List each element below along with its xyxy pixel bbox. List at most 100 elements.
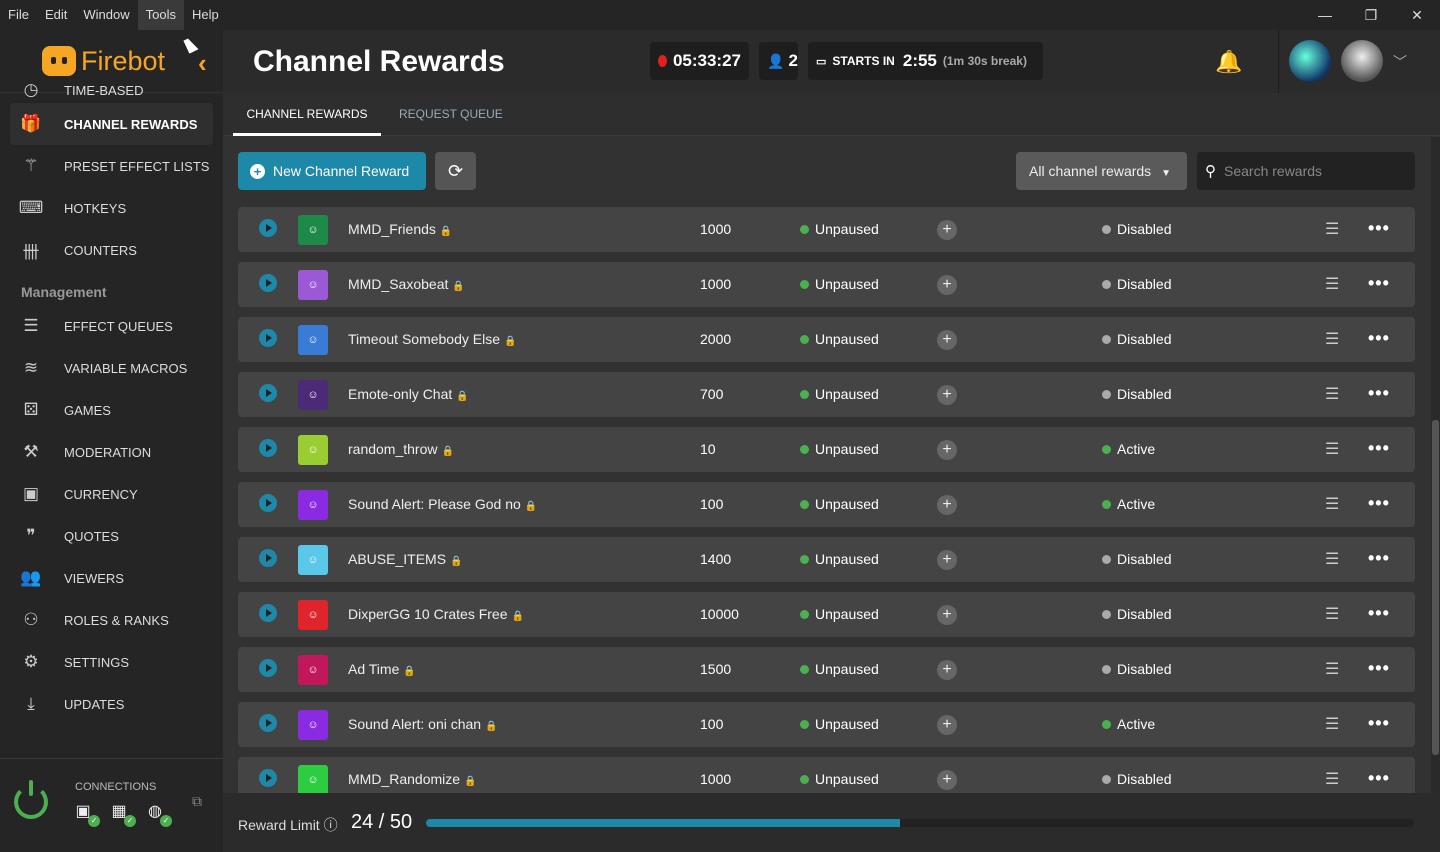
reward-row[interactable]: ☺ MMD_Randomize 🔒 1000 Unpaused + Disabled ☰ •••: [238, 757, 1415, 793]
trigger-play-icon[interactable]: [259, 219, 277, 237]
sidebar-item-time-based[interactable]: ◷ TIME-BASED: [0, 77, 223, 103]
drag-handle-icon[interactable]: ☰: [1325, 329, 1339, 349]
trigger-play-icon[interactable]: [259, 714, 277, 732]
reward-row[interactable]: ☺ Ad Time 🔒 1500 Unpaused + Disabled ☰ •••: [238, 647, 1415, 692]
trigger-play-icon[interactable]: [259, 769, 277, 787]
tab-channel-rewards[interactable]: CHANNEL REWARDS: [233, 93, 381, 136]
popout-icon[interactable]: ⧉: [192, 793, 202, 810]
reward-row[interactable]: ☺ DixperGG 10 Crates Free 🔒 10000 Unpaused + D…: [238, 592, 1415, 637]
reward-row[interactable]: ☺ MMD_Friends 🔒 1000 Unpaused + Disabled ☰ •••: [238, 207, 1415, 252]
drag-handle-icon[interactable]: ☰: [1325, 769, 1339, 789]
menu-edit[interactable]: Edit: [37, 0, 75, 30]
add-effect-icon[interactable]: +: [937, 275, 957, 295]
sidebar-item-channel-rewards[interactable]: 🎁 CHANNEL REWARDS: [10, 103, 213, 145]
drag-handle-icon[interactable]: ☰: [1325, 494, 1339, 514]
reward-row[interactable]: ☺ Sound Alert: oni chan 🔒 100 Unpaused + Activ…: [238, 702, 1415, 747]
search-input[interactable]: [1224, 163, 1404, 179]
drag-handle-icon[interactable]: ☰: [1325, 714, 1339, 734]
more-options-icon[interactable]: •••: [1368, 328, 1390, 349]
pause-status: Unpaused: [800, 661, 879, 677]
collapse-sidebar-icon[interactable]: ‹: [198, 48, 207, 79]
integrations-connection-icon[interactable]: ▦ ✓: [108, 801, 136, 827]
sidebar-item-roles-ranks[interactable]: ⚇ ROLES & RANKS: [0, 599, 223, 641]
scrollbar-thumb[interactable]: [1432, 420, 1439, 755]
trigger-play-icon[interactable]: [259, 494, 277, 512]
more-options-icon[interactable]: •••: [1368, 548, 1390, 569]
trigger-play-icon[interactable]: [259, 604, 277, 622]
add-effect-icon[interactable]: +: [937, 660, 957, 680]
menu-window[interactable]: Window: [75, 0, 137, 30]
drag-handle-icon[interactable]: ☰: [1325, 219, 1339, 239]
menu-tools[interactable]: Tools: [137, 0, 184, 30]
overlay-connection-icon[interactable]: ◍ ✓: [144, 801, 172, 827]
streamer-avatar[interactable]: [1289, 40, 1331, 82]
reward-row[interactable]: ☺ Emote-only Chat 🔒 700 Unpaused + Disabled ☰ ••…: [238, 372, 1415, 417]
drag-handle-icon[interactable]: ☰: [1325, 439, 1339, 459]
add-effect-icon[interactable]: +: [937, 770, 957, 790]
help-icon[interactable]: ⓘ: [324, 817, 338, 833]
reward-row[interactable]: ☺ ABUSE_ITEMS 🔒 1400 Unpaused + Disabled ☰ •••: [238, 537, 1415, 582]
close-button[interactable]: ✕: [1394, 0, 1440, 30]
add-effect-icon[interactable]: +: [937, 495, 957, 515]
twitch-connection-icon[interactable]: ▣ ✓: [72, 801, 100, 827]
sidebar-item-counters[interactable]: 卌 COUNTERS: [0, 229, 223, 271]
menu-file[interactable]: File: [0, 0, 37, 30]
more-options-icon[interactable]: •••: [1368, 603, 1390, 624]
add-effect-icon[interactable]: +: [937, 385, 957, 405]
more-options-icon[interactable]: •••: [1368, 218, 1390, 239]
reward-row[interactable]: ☺ Timeout Somebody Else 🔒 2000 Unpaused + Disa…: [238, 317, 1415, 362]
sidebar-item-updates[interactable]: ⤓ UPDATES: [0, 683, 223, 725]
drag-handle-icon[interactable]: ☰: [1325, 549, 1339, 569]
reward-row[interactable]: ☺ Sound Alert: Please God no 🔒 100 Unpaused +…: [238, 482, 1415, 527]
maximize-button[interactable]: ❐: [1348, 0, 1394, 30]
sidebar-item-settings[interactable]: ⚙ SETTINGS: [0, 641, 223, 683]
add-effect-icon[interactable]: +: [937, 550, 957, 570]
sidebar-item-currency[interactable]: ▣ CURRENCY: [0, 473, 223, 515]
notifications-bell-icon[interactable]: 🔔: [1215, 49, 1242, 75]
bot-avatar[interactable]: [1341, 40, 1383, 82]
more-options-icon[interactable]: •••: [1368, 273, 1390, 294]
sidebar-item-moderation[interactable]: ⚒ MODERATION: [0, 431, 223, 473]
add-effect-icon[interactable]: +: [937, 330, 957, 350]
sidebar-item-hotkeys[interactable]: ⌨ HOTKEYS: [0, 187, 223, 229]
status-dot: [800, 445, 809, 454]
drag-handle-icon[interactable]: ☰: [1325, 274, 1339, 294]
trigger-play-icon[interactable]: [259, 549, 277, 567]
refresh-button[interactable]: ⟳: [435, 152, 476, 190]
trigger-play-icon[interactable]: [259, 329, 277, 347]
more-options-icon[interactable]: •••: [1368, 438, 1390, 459]
lock-icon: 🔒: [511, 611, 524, 622]
drag-handle-icon[interactable]: ☰: [1325, 659, 1339, 679]
more-options-icon[interactable]: •••: [1368, 493, 1390, 514]
more-options-icon[interactable]: •••: [1368, 658, 1390, 679]
sidebar-item-variable-macros[interactable]: ≋ VARIABLE MACROS: [0, 347, 223, 389]
trigger-play-icon[interactable]: [259, 659, 277, 677]
tab-request-queue[interactable]: REQUEST QUEUE: [399, 93, 503, 136]
new-channel-reward-button[interactable]: + New Channel Reward: [238, 152, 426, 190]
add-effect-icon[interactable]: +: [937, 220, 957, 240]
sidebar-item-effect-queues[interactable]: ☰ EFFECT QUEUES: [0, 305, 223, 347]
add-effect-icon[interactable]: +: [937, 715, 957, 735]
trigger-play-icon[interactable]: [259, 274, 277, 292]
chevron-down-icon[interactable]: ﹀: [1393, 52, 1407, 72]
reward-row[interactable]: ☺ random_throw 🔒 10 Unpaused + Active ☰ •••: [238, 427, 1415, 472]
reward-filter-dropdown[interactable]: All channel rewards ▼: [1016, 152, 1187, 190]
sidebar-item-preset-effect-lists[interactable]: ⚚ PRESET EFFECT LISTS: [0, 145, 223, 187]
reward-name-cell: MMD_Saxobeat 🔒: [348, 276, 465, 292]
sidebar-item-viewers[interactable]: 👥 VIEWERS: [0, 557, 223, 599]
sidebar-item-quotes[interactable]: ❞ QUOTES: [0, 515, 223, 557]
power-icon[interactable]: [14, 780, 48, 819]
minimize-button[interactable]: —: [1302, 0, 1348, 30]
more-options-icon[interactable]: •••: [1368, 768, 1390, 789]
trigger-play-icon[interactable]: [259, 439, 277, 457]
reward-row[interactable]: ☺ MMD_Saxobeat 🔒 1000 Unpaused + Disabled ☰ •••: [238, 262, 1415, 307]
drag-handle-icon[interactable]: ☰: [1325, 604, 1339, 624]
sidebar-item-games[interactable]: ⚄ GAMES: [0, 389, 223, 431]
trigger-play-icon[interactable]: [259, 384, 277, 402]
add-effect-icon[interactable]: +: [937, 605, 957, 625]
more-options-icon[interactable]: •••: [1368, 713, 1390, 734]
menu-help[interactable]: Help: [184, 0, 227, 30]
more-options-icon[interactable]: •••: [1368, 383, 1390, 404]
drag-handle-icon[interactable]: ☰: [1325, 384, 1339, 404]
add-effect-icon[interactable]: +: [937, 440, 957, 460]
